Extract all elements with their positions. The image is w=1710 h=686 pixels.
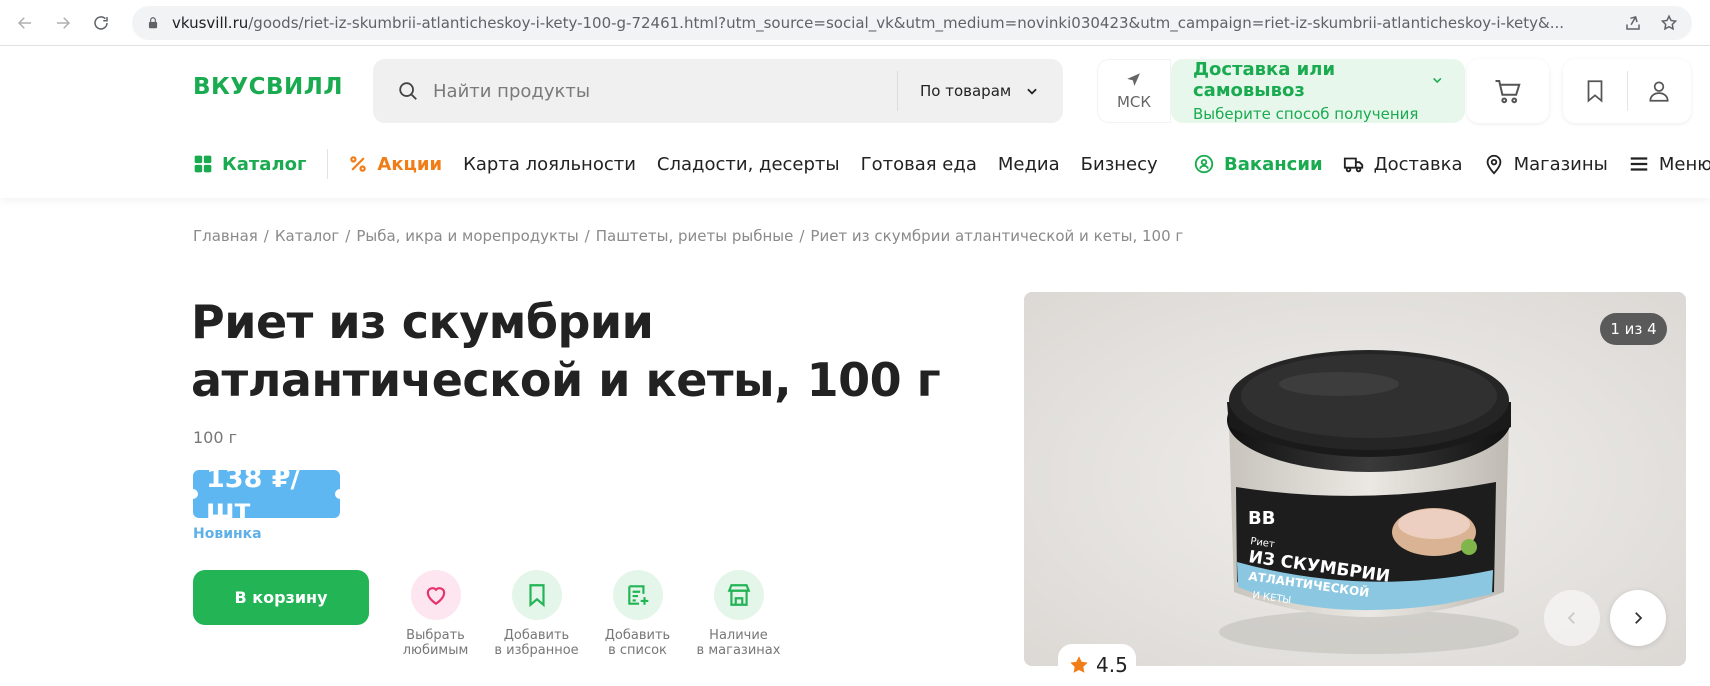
add-to-favorites-button[interactable]: Добавить в избранное — [486, 570, 587, 658]
back-button[interactable] — [10, 8, 40, 38]
store-availability-button[interactable]: Наличие в магазинах — [688, 570, 789, 658]
price-value: 138 ₽/шт — [206, 463, 301, 525]
profile-button[interactable] — [1628, 59, 1692, 123]
price-tag: 138 ₽/шт — [188, 463, 345, 525]
menu-item-business[interactable]: Бизнесу — [1081, 154, 1158, 175]
menu-catalog-label: Каталог — [222, 153, 307, 175]
jar-brand: ВВ — [1248, 508, 1275, 529]
location-arrow-icon — [1127, 73, 1140, 86]
menu-burger-label: Меню — [1658, 153, 1710, 175]
menu-stores-label: Магазины — [1513, 153, 1608, 175]
bookmark-icon — [528, 584, 545, 608]
arrow-right-icon — [57, 16, 71, 29]
menu-item-media[interactable]: Медиа — [998, 154, 1060, 175]
rating-badge[interactable]: 4.5 — [1058, 644, 1136, 686]
chevron-down-icon — [1432, 77, 1441, 84]
browser-toolbar: vkusvill.ru/goods/riet-iz-skumbrii-atlan… — [0, 0, 1710, 46]
url-path: /goods/riet-iz-skumbrii-atlanticheskoy-i… — [248, 13, 1565, 32]
choose-favorite-button[interactable]: Выбрать любимым — [385, 570, 486, 658]
breadcrumb-item[interactable]: Паштеты, риеты рыбные — [596, 227, 794, 245]
chevron-right-icon — [1635, 612, 1643, 624]
breadcrumb: Главная / Каталог / Рыба, икра и морепроду… — [193, 227, 1184, 245]
jobs-icon — [1194, 154, 1214, 174]
search-bar: По товарам — [373, 59, 1063, 123]
percent-icon — [350, 156, 367, 172]
site-logo[interactable]: ВКУСВИЛЛ — [193, 74, 343, 100]
menu-burger[interactable]: Меню — [1628, 153, 1710, 175]
forward-button[interactable] — [48, 8, 78, 38]
menu-item-ready-food[interactable]: Готовая еда — [861, 154, 977, 175]
url-host: vkusvill.ru — [172, 13, 249, 32]
menu-catalog[interactable]: Каталог — [193, 154, 306, 175]
delivery-selector[interactable]: Доставка или самовывоз Выберите способ п… — [1171, 59, 1465, 123]
menu-item-sweets[interactable]: Сладости, десерты — [657, 154, 840, 175]
map-pin-icon — [1486, 154, 1501, 175]
share-icon[interactable] — [1624, 14, 1642, 32]
delivery-subtitle: Выберите способ получения — [1193, 105, 1419, 123]
menu-delivery[interactable]: Доставка — [1343, 153, 1463, 175]
arrow-left-icon — [17, 16, 31, 29]
menu-item-loyalty[interactable]: Карта лояльности — [463, 154, 636, 175]
star-bookmark-icon[interactable] — [1660, 14, 1678, 32]
breadcrumb-item[interactable]: Каталог — [275, 227, 339, 245]
gallery-counter: 1 из 4 — [1600, 313, 1667, 345]
action-label: Добавить в избранное — [494, 628, 579, 658]
breadcrumb-item[interactable]: Главная — [193, 227, 258, 245]
url-text: vkusvill.ru/goods/riet-iz-skumbrii-atlan… — [172, 14, 1610, 32]
chevron-left-icon — [1567, 612, 1575, 624]
delivery-title: Доставка или самовывоз — [1193, 59, 1336, 101]
user-icon — [1649, 81, 1669, 102]
add-to-cart-button[interactable]: В корзину — [193, 570, 369, 625]
star-icon — [1070, 656, 1088, 673]
reload-icon — [94, 15, 108, 30]
address-bar[interactable]: vkusvill.ru/goods/riet-iz-skumbrii-atlan… — [132, 5, 1692, 40]
search-scope-select[interactable]: По товарам — [898, 82, 1063, 100]
cart-button[interactable] — [1467, 59, 1549, 123]
secondary-menu: Вакансии Доставка Магазины Меню — [1193, 146, 1710, 182]
site-header: ВКУСВИЛЛ По товарам МСК Доставка или сам… — [0, 46, 1710, 198]
store-icon — [727, 584, 750, 606]
breadcrumb-current: Риет из скумбрии атлантической и кеты, 1… — [810, 227, 1184, 245]
menu-jobs-label: Вакансии — [1224, 153, 1323, 175]
product-actions: Выбрать любимым Добавить в избранное Доб… — [385, 570, 789, 658]
gallery-next-button[interactable] — [1610, 590, 1666, 646]
bookmark-icon — [1587, 80, 1603, 103]
new-badge: Новинка — [193, 526, 262, 542]
cart-icon — [1495, 80, 1521, 104]
reload-button[interactable] — [86, 8, 116, 38]
gallery-prev-button[interactable] — [1544, 590, 1600, 646]
favorites-button[interactable] — [1563, 59, 1627, 123]
product-weight: 100 г — [193, 428, 238, 447]
search-scope-label: По товарам — [920, 82, 1012, 100]
list-add-icon — [627, 585, 648, 605]
action-label: Наличие в магазинах — [696, 628, 781, 658]
hamburger-icon — [1630, 157, 1648, 171]
lock-icon — [148, 16, 158, 28]
menu-promo-label: Акции — [377, 153, 443, 175]
heart-icon — [426, 587, 445, 605]
menu-jobs[interactable]: Вакансии — [1193, 153, 1323, 175]
breadcrumb-item[interactable]: Рыба, икра и морепродукты — [356, 227, 578, 245]
search-input[interactable] — [433, 71, 897, 111]
action-label: Добавить в список — [604, 628, 671, 658]
menu-delivery-label: Доставка — [1373, 153, 1463, 175]
city-label: МСК — [1116, 93, 1152, 111]
action-label: Выбрать любимым — [402, 628, 469, 658]
grid-icon — [194, 155, 212, 173]
main-menu: Каталог Акции Карта лояльности Сладости,… — [193, 146, 1179, 182]
divider — [327, 149, 329, 179]
truck-icon — [1343, 157, 1363, 173]
product-title: Риет из скумбрии атлантической и кеты, 1… — [191, 295, 941, 407]
city-selector[interactable]: МСК — [1097, 59, 1171, 123]
user-actions — [1563, 59, 1691, 123]
menu-stores[interactable]: Магазины — [1483, 153, 1608, 175]
search-icon — [399, 82, 417, 100]
chevron-down-icon — [1027, 88, 1037, 95]
menu-promo[interactable]: Акции — [348, 154, 442, 175]
rating-value: 4.5 — [1096, 653, 1128, 677]
add-to-list-button[interactable]: Добавить в список — [587, 570, 688, 658]
